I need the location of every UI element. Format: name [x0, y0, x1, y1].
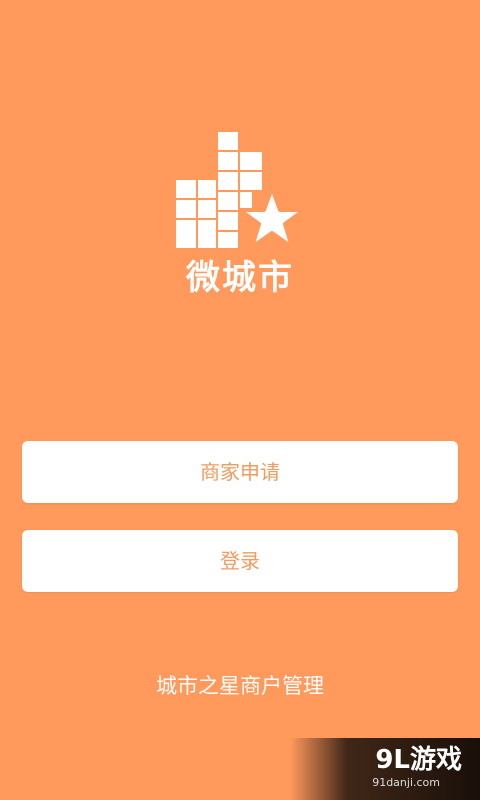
merchant-apply-button[interactable]: 商家申请	[22, 441, 458, 503]
watermark-sub-text: 91danji.com	[372, 776, 440, 789]
login-button[interactable]: 登录	[22, 530, 458, 592]
app-logo-text: 微城市	[186, 258, 294, 298]
watermark: 9L游戏 91danji.com	[290, 738, 480, 800]
footer-tagline: 城市之星商户管理	[156, 674, 324, 698]
app-logo: 微城市	[172, 128, 308, 304]
building-star-icon	[176, 132, 306, 249]
watermark-main-text: 9L游戏	[375, 745, 462, 775]
